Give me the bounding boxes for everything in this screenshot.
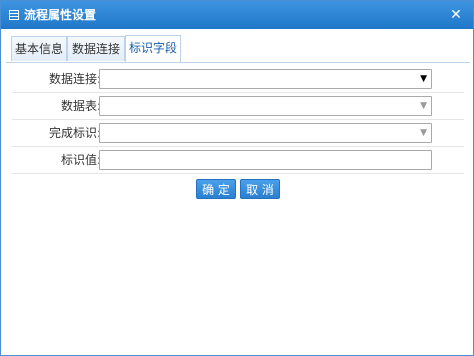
tab-basic-info[interactable]: 基本信息 [11, 36, 67, 61]
form-row-data-connection: 数据连接: ▼ [12, 66, 464, 93]
form-row-data-table: 数据表: ▼ [12, 93, 464, 120]
form-row-completion-flag: 完成标识: ▼ [12, 120, 464, 147]
flag-value-label: 标识值: [60, 153, 101, 167]
data-connection-select[interactable]: ▼ [99, 69, 432, 89]
close-icon: ✕ [450, 7, 462, 23]
flag-value-input[interactable] [99, 150, 432, 170]
chevron-down-icon: ▼ [420, 74, 427, 84]
dialog-titlebar[interactable]: 流程属性设置 ✕ [1, 1, 473, 29]
form-row-flag-value: 标识值: [12, 147, 464, 174]
data-connection-label: 数据连接: [48, 72, 101, 86]
dialog-window: 流程属性设置 ✕ 基本信息 数据连接 标识字段 数据连接: ▼ 数据表: ▼ 完… [0, 0, 474, 356]
tab-identifier-field[interactable]: 标识字段 [125, 35, 181, 62]
completion-flag-select[interactable]: ▼ [99, 123, 432, 143]
chevron-down-icon: ▼ [420, 101, 427, 111]
completion-flag-label: 完成标识: [48, 126, 101, 140]
close-button[interactable]: ✕ [449, 8, 463, 22]
dialog-title: 流程属性设置 [24, 8, 97, 22]
tab-bar: 基本信息 数据连接 标识字段 [6, 34, 470, 63]
tab-data-connection[interactable]: 数据连接 [67, 36, 125, 61]
table-icon [9, 10, 19, 20]
data-table-label: 数据表: [60, 99, 101, 113]
data-table-select[interactable]: ▼ [99, 96, 432, 116]
cancel-button[interactable]: 取 消 [240, 179, 280, 199]
confirm-button[interactable]: 确 定 [196, 179, 236, 199]
chevron-down-icon: ▼ [420, 128, 427, 138]
